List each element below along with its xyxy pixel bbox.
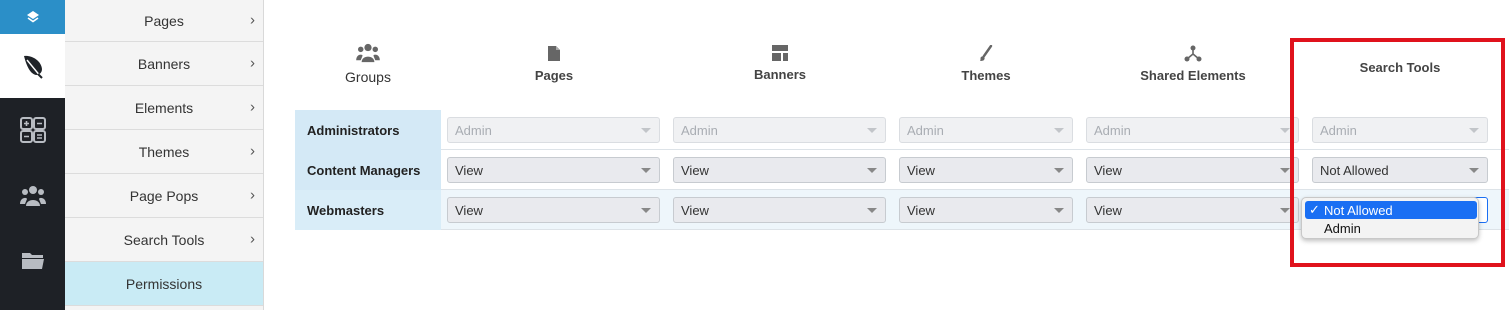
chevron-down-icon [1280,128,1290,133]
column-header-label: Themes [961,68,1011,83]
select-value: View [455,202,483,218]
submenu-item-label: Pages [144,12,184,29]
brush-icon [980,45,993,61]
column-header-label: Banners [753,67,807,82]
submenu-item-label: Permissions [125,275,203,292]
folder-icon [21,253,44,269]
search-tools-dropdown-menu: ✓ Not Allowed Admin [1301,197,1479,239]
permission-select-webmasters-shared-elements[interactable]: View [1086,197,1299,223]
column-header-shared-elements: Shared Elements [1113,45,1273,83]
select-value: Admin [1094,122,1131,138]
permission-select-content-managers-themes[interactable]: View [899,157,1073,183]
chevron-down-icon [1054,168,1064,173]
calculator-icon [19,117,46,143]
permission-select-administrators-themes: Admin [899,117,1073,143]
chevron-down-icon [1280,208,1290,213]
permission-select-content-managers-pages[interactable]: View [447,157,660,183]
users-icon [356,43,380,63]
select-value: Admin [455,122,492,138]
column-header-label: Shared Elements [1140,68,1246,83]
select-value: Admin [907,122,944,138]
file-icon [548,46,560,61]
chevron-right-icon: › [250,186,255,204]
layers-icon [26,11,39,23]
settings-submenu: Pages › Banners › Elements › Themes › Pa… [65,0,264,310]
option-label: Not Allowed [1324,202,1393,218]
submenu-item-label: Search Tools [123,231,205,248]
chevron-right-icon: › [250,230,255,248]
select-value: View [1094,162,1122,178]
rail-users-button[interactable] [0,166,65,226]
submenu-item-themes[interactable]: Themes › [65,130,263,174]
layout-icon [772,45,788,61]
chevron-down-icon [1054,128,1064,133]
permission-select-content-managers-banners[interactable]: View [673,157,886,183]
feather-icon [23,55,43,79]
chevron-down-icon [1054,208,1064,213]
column-header-groups: Groups [288,43,448,85]
chevron-down-icon [867,128,877,133]
submenu-item-label: Banners [137,55,191,72]
row-label: Content Managers [295,150,441,190]
chevron-down-icon [641,128,651,133]
dropdown-option-admin[interactable]: Admin [1305,219,1477,237]
submenu-item-banners[interactable]: Banners › [65,42,263,86]
column-header-banners: Banners [700,45,860,82]
permission-select-administrators-banners: Admin [673,117,886,143]
column-header-themes: Themes [906,45,1066,83]
select-value: View [681,202,709,218]
select-value: View [455,162,483,178]
select-value: View [907,202,935,218]
dropdown-option-not-allowed[interactable]: ✓ Not Allowed [1305,201,1477,219]
column-header-label: Pages [534,68,574,83]
permission-select-administrators-shared-elements: Admin [1086,117,1299,143]
submenu-item-permissions[interactable]: Permissions [65,262,263,306]
submenu-item-search-tools[interactable]: Search Tools › [65,218,263,262]
submenu-item-page-pops[interactable]: Page Pops › [65,174,263,218]
chevron-right-icon: › [250,142,255,160]
select-value: View [907,162,935,178]
permission-select-webmasters-themes[interactable]: View [899,197,1073,223]
chevron-down-icon [1280,168,1290,173]
submenu-item-label: Elements [134,99,194,116]
icon-rail [0,0,65,310]
chevron-right-icon: › [250,11,255,29]
permissions-screen: Pages › Banners › Elements › Themes › Pa… [0,0,1509,310]
rail-calculator-button[interactable] [0,100,65,160]
check-icon: ✓ [1309,202,1320,217]
row-label: Webmasters [295,190,441,230]
select-value: View [1094,202,1122,218]
share-icon [1184,45,1202,62]
rail-feather-button[interactable] [0,34,65,98]
users-icon [19,186,46,206]
chevron-down-icon [867,208,877,213]
select-value: View [681,162,709,178]
submenu-item-label: Page Pops [129,187,199,204]
submenu-item-pages[interactable]: Pages › [65,0,263,42]
column-header-pages: Pages [474,45,634,83]
chevron-down-icon [867,168,877,173]
row-label: Administrators [295,110,441,150]
select-value: Admin [681,122,718,138]
submenu-item-elements[interactable]: Elements › [65,86,263,130]
permission-select-administrators-pages: Admin [447,117,660,143]
option-label: Admin [1324,220,1361,236]
column-header-label: Groups [345,69,391,85]
permission-select-webmasters-banners[interactable]: View [673,197,886,223]
rail-folder-button[interactable] [0,230,65,290]
permission-select-webmasters-pages[interactable]: View [447,197,660,223]
chevron-right-icon: › [250,54,255,72]
permission-select-content-managers-shared-elements[interactable]: View [1086,157,1299,183]
submenu-item-label: Themes [138,143,190,160]
chevron-right-icon: › [250,98,255,116]
chevron-down-icon [641,208,651,213]
rail-layers-button[interactable] [0,0,65,34]
chevron-down-icon [641,168,651,173]
